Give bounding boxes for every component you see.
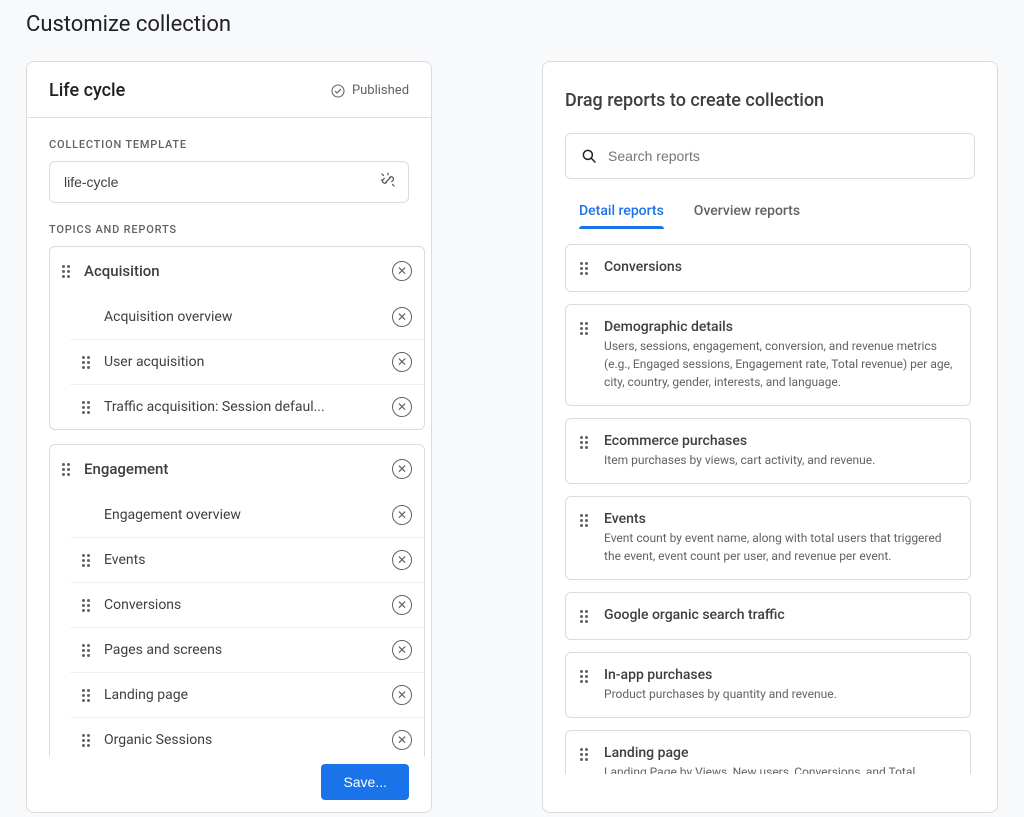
topic-label: Acquisition (84, 262, 382, 280)
drag-handle-icon[interactable] (580, 262, 592, 275)
remove-button[interactable]: ✕ (392, 550, 412, 570)
drag-handle-icon[interactable] (580, 670, 592, 683)
search-icon (580, 147, 598, 165)
collection-title: Life cycle (49, 80, 125, 101)
topic-card: Acquisition✕Acquisition overview✕User ac… (49, 246, 425, 430)
drag-handle-icon[interactable] (580, 610, 592, 623)
topic-header[interactable]: Acquisition ✕ (50, 247, 424, 295)
available-report-card[interactable]: Ecommerce purchases Item purchases by vie… (565, 418, 971, 484)
report-label: Events (104, 552, 382, 568)
drag-handle-icon[interactable] (82, 734, 94, 747)
remove-button[interactable]: ✕ (392, 459, 412, 479)
drag-handle-icon[interactable] (82, 644, 94, 657)
report-label: Conversions (104, 597, 382, 613)
drag-handle-icon[interactable] (580, 322, 592, 335)
check-circle-icon (330, 83, 346, 99)
report-row[interactable]: Traffic acquisition: Session defaul... ✕ (70, 384, 424, 429)
topic-label: Engagement (84, 460, 382, 478)
drag-handle-icon[interactable] (82, 356, 94, 369)
tab-overview-reports[interactable]: Overview reports (694, 203, 800, 229)
report-row[interactable]: Acquisition overview ✕ (70, 295, 424, 339)
template-section-label: COLLECTION TEMPLATE (27, 118, 431, 161)
page-title: Customize collection (26, 12, 998, 37)
drag-handle-icon[interactable] (62, 463, 74, 476)
report-row[interactable]: Engagement overview ✕ (70, 493, 424, 537)
drag-handle-icon[interactable] (82, 401, 94, 414)
report-card-description: Event count by event name, along with to… (604, 529, 956, 565)
available-report-card[interactable]: In-app purchases Product purchases by qua… (565, 652, 971, 718)
drag-handle-icon[interactable] (580, 436, 592, 449)
available-reports-list[interactable]: Conversions Demographic details Users, ses… (565, 244, 975, 774)
save-button[interactable]: Save... (321, 764, 409, 800)
remove-button[interactable]: ✕ (392, 307, 412, 327)
report-row[interactable]: Pages and screens ✕ (70, 627, 424, 672)
drag-handle-icon[interactable] (62, 265, 74, 278)
collection-panel: Life cycle Published COLLECTION TEMPLATE… (26, 61, 432, 813)
available-report-card[interactable]: Events Event count by event name, along w… (565, 496, 971, 580)
report-row[interactable]: Conversions ✕ (70, 582, 424, 627)
report-card-description: Item purchases by views, cart activity, … (604, 451, 956, 469)
topic-card: Engagement✕Engagement overview✕Events✕Co… (49, 444, 425, 756)
report-label: Landing page (104, 687, 382, 703)
report-label: Pages and screens (104, 642, 382, 658)
remove-button[interactable]: ✕ (392, 685, 412, 705)
report-card-title: Landing page (604, 745, 956, 761)
report-label: Organic Sessions (104, 732, 382, 748)
report-card-title: Demographic details (604, 319, 956, 335)
report-row[interactable]: User acquisition ✕ (70, 339, 424, 384)
report-row[interactable]: Organic Sessions ✕ (70, 717, 424, 756)
drag-handle-icon[interactable] (82, 689, 94, 702)
report-card-title: In-app purchases (604, 667, 956, 683)
search-box[interactable] (565, 133, 975, 179)
report-row[interactable]: Events ✕ (70, 537, 424, 582)
drag-handle-icon[interactable] (82, 554, 94, 567)
drag-handle-icon[interactable] (580, 748, 592, 761)
remove-button[interactable]: ✕ (392, 352, 412, 372)
available-report-card[interactable]: Conversions (565, 244, 971, 292)
available-report-card[interactable]: Landing page Landing Page by Views, New u… (565, 730, 971, 774)
report-label: Acquisition overview (104, 309, 382, 325)
report-label: User acquisition (104, 354, 382, 370)
report-card-description: Users, sessions, engagement, conversion,… (604, 337, 956, 391)
report-label: Traffic acquisition: Session defaul... (104, 399, 382, 415)
report-label: Engagement overview (104, 507, 382, 523)
remove-button[interactable]: ✕ (392, 640, 412, 660)
report-card-description: Landing Page by Views, New users, Conver… (604, 763, 956, 774)
report-card-title: Ecommerce purchases (604, 433, 956, 449)
report-row[interactable]: Landing page ✕ (70, 672, 424, 717)
drag-handle-icon[interactable] (82, 599, 94, 612)
report-card-title: Conversions (604, 259, 956, 275)
remove-button[interactable]: ✕ (392, 730, 412, 750)
topic-header[interactable]: Engagement ✕ (50, 445, 424, 493)
report-card-title: Events (604, 511, 956, 527)
report-card-title: Google organic search traffic (604, 607, 956, 623)
remove-button[interactable]: ✕ (392, 397, 412, 417)
reports-panel: Drag reports to create collection Detail… (542, 61, 998, 813)
report-card-description: Product purchases by quantity and revenu… (604, 685, 956, 703)
topics-section-label: TOPICS AND REPORTS (27, 203, 431, 246)
available-report-card[interactable]: Demographic details Users, sessions, enga… (565, 304, 971, 406)
search-input[interactable] (608, 148, 960, 164)
published-status: Published (330, 83, 409, 99)
topics-list[interactable]: Acquisition✕Acquisition overview✕User ac… (27, 246, 431, 756)
available-report-card[interactable]: Google organic search traffic (565, 592, 971, 640)
tab-detail-reports[interactable]: Detail reports (579, 203, 664, 229)
unlink-icon[interactable] (379, 171, 397, 193)
remove-button[interactable]: ✕ (392, 505, 412, 525)
remove-button[interactable]: ✕ (392, 261, 412, 281)
template-input[interactable] (49, 161, 409, 203)
drag-handle-icon[interactable] (580, 514, 592, 527)
reports-panel-title: Drag reports to create collection (565, 90, 975, 111)
remove-button[interactable]: ✕ (392, 595, 412, 615)
